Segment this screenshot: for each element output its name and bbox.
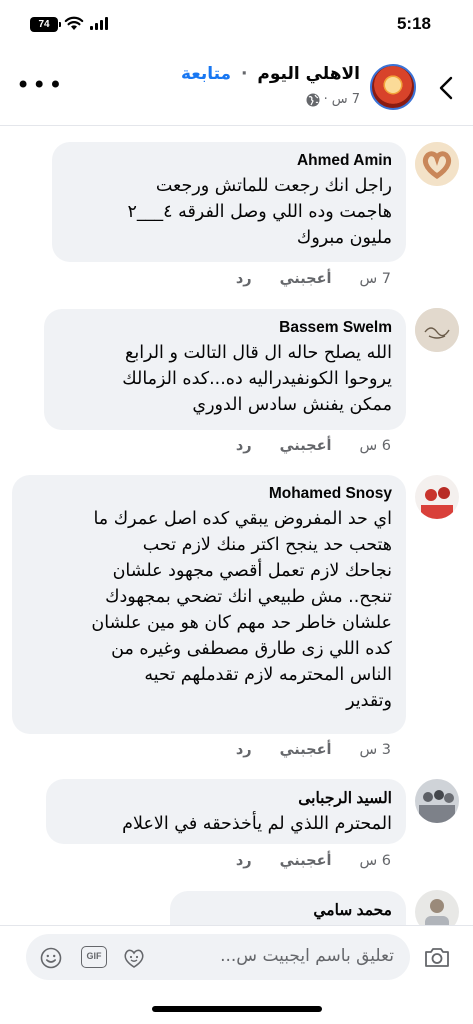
post-header: الاهلي اليوم · متابعة 7 س · ••• <box>0 52 473 122</box>
comment-time: 7 س <box>359 271 391 287</box>
comment-input[interactable]: تعليق باسم ايجبيت س... GIF <box>26 934 410 980</box>
group-photo-avatar-icon <box>415 779 459 823</box>
comment-bubble: Mohamed Snosy اي حد المفروض يبقي كده اصل… <box>12 475 406 734</box>
comment-author[interactable]: محمد سامي <box>184 901 392 920</box>
comment-author[interactable]: Ahmed Amin <box>66 152 392 170</box>
post-meta: 7 س · <box>306 92 360 107</box>
comment-author[interactable]: السيد الرجبابى <box>60 789 392 808</box>
comment-bubble: Bassem Swelm الله يصلح حاله ال قال التال… <box>44 309 406 430</box>
calligraphy-avatar-icon <box>415 308 459 352</box>
comment-actions: 3 س أعجبني رد <box>208 742 391 758</box>
camera-icon[interactable] <box>423 945 451 969</box>
like-button[interactable]: أعجبني <box>280 271 332 287</box>
comment-actions: 6 س أعجبني رد <box>208 438 391 454</box>
status-bar: 74 5:18 <box>0 0 473 52</box>
page-name[interactable]: الاهلي اليوم <box>257 64 360 84</box>
page-avatar[interactable] <box>370 64 416 110</box>
comment-actions: 6 س أعجبني رد <box>208 853 391 869</box>
back-chevron-icon[interactable] <box>439 76 453 100</box>
comment-author[interactable]: Bassem Swelm <box>58 319 392 337</box>
comment-author[interactable]: Mohamed Snosy <box>26 485 392 503</box>
battery-icon: 74 <box>30 17 61 32</box>
reply-button[interactable]: رد <box>236 853 252 869</box>
like-button[interactable]: أعجبني <box>280 438 332 454</box>
comment-input-placeholder: تعليق باسم ايجبيت س... <box>220 946 394 966</box>
header-title-row: الاهلي اليوم · متابعة <box>181 64 360 84</box>
avatar-sticker-icon[interactable] <box>122 947 146 969</box>
comment-time: 6 س <box>359 438 391 454</box>
avatar[interactable] <box>415 779 459 823</box>
comment-bubble: السيد الرجبابى المحترم اللذي لم يأخذحقه … <box>46 779 406 844</box>
comment-text: اي حد المفروض يبقي كده اصل عمرك ما هتحب … <box>91 509 392 711</box>
like-button[interactable]: أعجبني <box>280 742 332 758</box>
home-indicator <box>152 1006 322 1012</box>
like-button[interactable]: أعجبني <box>280 853 332 869</box>
reply-button[interactable]: رد <box>236 438 252 454</box>
separator-dot: · <box>323 92 328 107</box>
wifi-icon <box>64 16 84 30</box>
reply-button[interactable]: رد <box>236 742 252 758</box>
reply-button[interactable]: رد <box>236 271 252 287</box>
status-time: 5:18 <box>396 14 431 33</box>
cellular-signal-icon <box>90 17 108 30</box>
globe-icon <box>306 93 320 106</box>
comment-bubble: Ahmed Amin راجل انك رجعت للماتش ورجعت ها… <box>52 142 406 262</box>
gif-icon[interactable]: GIF <box>81 946 107 968</box>
avatar[interactable] <box>415 475 459 519</box>
avatar[interactable] <box>415 142 459 186</box>
comment-time: 6 س <box>359 853 391 869</box>
avatar[interactable] <box>415 308 459 352</box>
follow-button[interactable]: متابعة <box>181 64 231 84</box>
post-time: 7 س <box>331 92 360 107</box>
heart-hands-avatar-icon <box>415 142 459 186</box>
comment-text: الله يصلح حاله ال قال التالت و الرابع ير… <box>122 343 392 415</box>
comment-time: 3 س <box>359 742 391 758</box>
team-photo-avatar-icon <box>415 475 459 519</box>
emoji-icon[interactable] <box>40 947 62 969</box>
comment-text: راجل انك رجعت للماتش ورجعت هاجمت وده الل… <box>127 176 392 248</box>
comment-text: المحترم اللذي لم يأخذحقه في الاعلام <box>122 814 392 834</box>
separator-dot: · <box>241 64 248 84</box>
more-options-icon[interactable]: ••• <box>16 73 64 97</box>
comment-actions: 7 س أعجبني رد <box>208 271 391 287</box>
header-divider <box>0 125 473 126</box>
